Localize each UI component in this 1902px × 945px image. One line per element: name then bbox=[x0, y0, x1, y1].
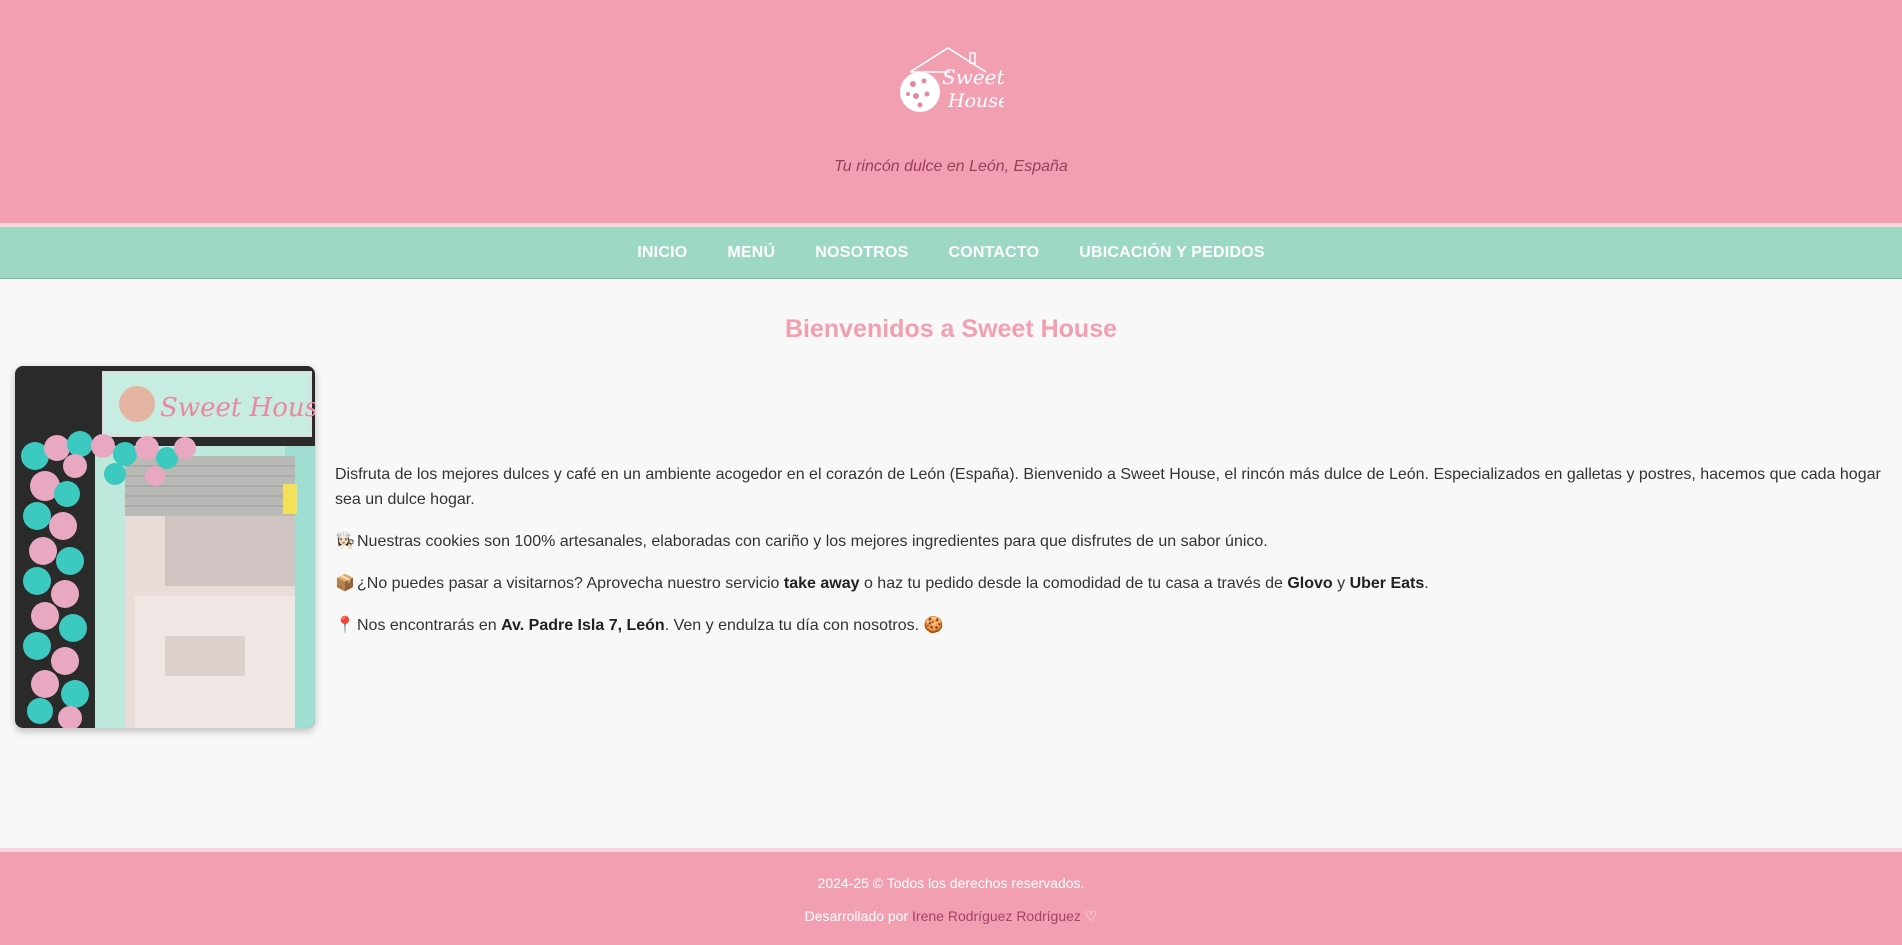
storefront-photo: Sweet House bbox=[15, 366, 315, 728]
pin-icon: 📍 bbox=[335, 617, 355, 634]
location-paragraph: 📍 Nos encontrarás en Av. Padre Isla 7, Le… bbox=[335, 613, 1885, 638]
nav-ubicacion-pedidos[interactable]: UBICACIÓN Y PEDIDOS bbox=[1079, 244, 1264, 262]
page-title: Bienvenidos a Sweet House bbox=[784, 315, 1118, 343]
svg-text:House: House bbox=[947, 90, 1004, 112]
nav-contacto[interactable]: CONTACTO bbox=[948, 244, 1039, 262]
heart-icon: ♡ bbox=[1084, 908, 1098, 924]
developer-credit: Desarrollado por Irene Rodríguez Rodrígu… bbox=[804, 908, 1098, 924]
uber-eats-text: Uber Eats bbox=[1349, 575, 1425, 592]
nav-nosotros[interactable]: NOSOTROS bbox=[815, 244, 908, 262]
welcome-text: Disfruta de los mejores dulces y café en… bbox=[335, 462, 1885, 655]
svg-text:Sweet House: Sweet House bbox=[160, 393, 315, 423]
package-icon: 📦 bbox=[335, 575, 355, 592]
sweet-house-logo[interactable]: Sweet House bbox=[898, 44, 1004, 120]
main-nav: INICIO MENÚ NOSOTROS CONTACTO UBICACIÓN … bbox=[0, 227, 1902, 279]
nav-menu[interactable]: MENÚ bbox=[727, 244, 775, 262]
glovo-text: Glovo bbox=[1287, 575, 1333, 592]
developer-link[interactable]: Irene Rodríguez Rodríguez bbox=[912, 908, 1081, 924]
copyright-text: 2024-25 © Todos los derechos reservados. bbox=[817, 875, 1085, 891]
delivery-paragraph: 📦 ¿No puedes pasar a visitarnos? Aprovech… bbox=[335, 571, 1885, 596]
welcome-section: Bienvenidos a Sweet House Sweet Hou Disf… bbox=[0, 279, 1902, 896]
site-footer: 2024-25 © Todos los derechos reservados.… bbox=[0, 848, 1902, 945]
nav-inicio[interactable]: INICIO bbox=[637, 244, 687, 262]
chef-icon: 👩🏻‍🍳 bbox=[335, 533, 355, 550]
take-away-text: take away bbox=[783, 575, 860, 592]
intro-paragraph: Disfruta de los mejores dulces y café en… bbox=[335, 466, 1881, 508]
address-text: Av. Padre Isla 7, León bbox=[501, 617, 665, 634]
svg-text:Sweet: Sweet bbox=[942, 65, 1004, 89]
tagline: Tu rincón dulce en León, España bbox=[834, 158, 1068, 175]
artisanal-paragraph: 👩🏻‍🍳 Nuestras cookies son 100% artesanale… bbox=[335, 529, 1885, 554]
cookie-icon: 🍪 bbox=[923, 617, 944, 634]
site-header: Sweet House Tu rincón dulce en León, Esp… bbox=[0, 0, 1902, 227]
